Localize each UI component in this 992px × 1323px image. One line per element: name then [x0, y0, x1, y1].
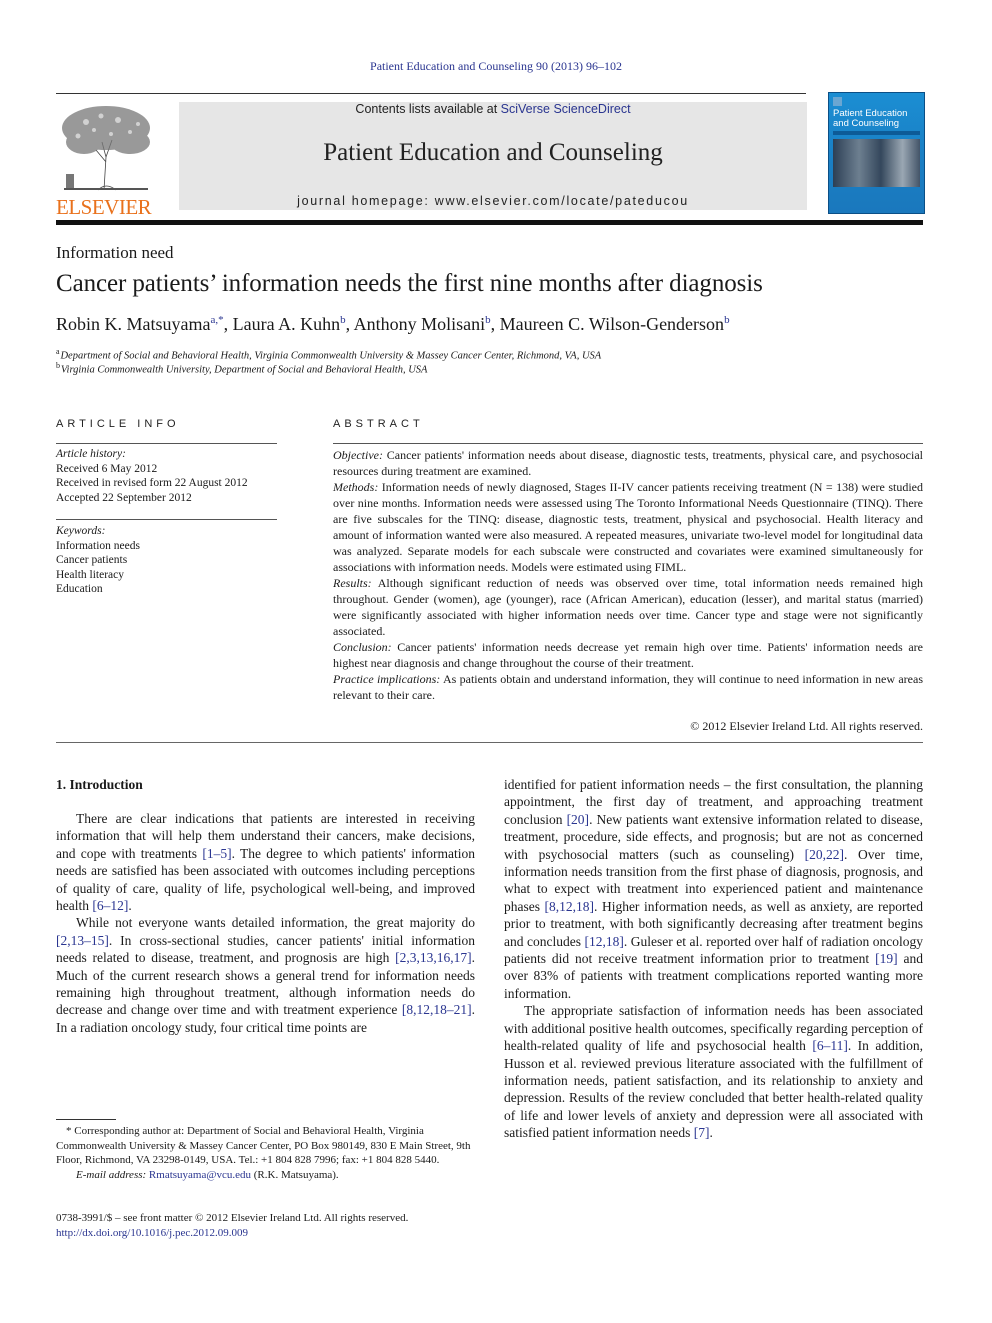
article-section-type: Information need	[56, 243, 174, 262]
contents-line: Contents lists available at SciVerse Sci…	[355, 102, 631, 116]
author[interactable]: Laura A. Kuhnb	[233, 314, 346, 334]
affiliation-b: b Virginia Commonwealth University, Depa…	[56, 361, 428, 376]
author[interactable]: Maureen C. Wilson-Gendersonb	[500, 314, 730, 334]
citation-link[interactable]: [2,3,13,16,17]	[395, 950, 472, 965]
citation-link[interactable]: [20,22]	[805, 847, 844, 862]
journal-title: Patient Education and Counseling	[323, 139, 663, 166]
citation-link[interactable]: [8,12,18–21]	[402, 1002, 472, 1017]
elsevier-wordmark: ELSEVIER	[56, 195, 152, 219]
citation-link[interactable]: [6–12]	[92, 898, 128, 913]
journal-banner: Contents lists available at SciVerse Sci…	[179, 102, 807, 210]
keyword: Cancer patients	[56, 554, 128, 566]
article-info-rule	[56, 443, 277, 444]
author[interactable]: Anthony Molisanib	[354, 314, 491, 334]
cover-elsevier-icon	[833, 97, 842, 106]
citation-link[interactable]: [20]	[567, 812, 590, 827]
header-rule	[56, 93, 806, 94]
article-title: Cancer patients’ information needs the f…	[56, 270, 763, 297]
citation-link[interactable]: [7]	[694, 1125, 710, 1140]
article-history: Article history: Received 6 May 2012 Rec…	[56, 447, 286, 505]
abstract-conclusion: Conclusion: Cancer patients' information…	[333, 640, 923, 670]
abstract-methods: Methods: Information needs of newly diag…	[333, 480, 923, 574]
sciencedirect-link[interactable]: SciVerse ScienceDirect	[501, 102, 631, 116]
cover-subtitle-strip	[833, 131, 920, 135]
section-heading-introduction: 1. Introduction	[56, 777, 143, 792]
article-info-heading: ARTICLE INFO	[56, 418, 180, 430]
running-head[interactable]: Patient Education and Counseling 90 (201…	[0, 59, 992, 74]
journal-cover-thumbnail[interactable]: Patient Education and Counseling	[828, 92, 925, 214]
paragraph: While not everyone wants detailed inform…	[56, 915, 475, 1035]
body-column-left: There are clear indications that patient…	[56, 810, 475, 1036]
citation-link[interactable]: [2,13–15]	[56, 933, 109, 948]
history-revised: Received in revised form 22 August 2012	[56, 477, 248, 489]
keyword: Information needs	[56, 539, 140, 552]
abstract-rule	[333, 443, 923, 444]
doi-link[interactable]: http://dx.doi.org/10.1016/j.pec.2012.09.…	[56, 1227, 248, 1239]
keyword: Education	[56, 583, 103, 595]
masthead-rule	[56, 220, 923, 225]
abstract-body: Objective: Cancer patients' information …	[333, 447, 923, 703]
keywords: Keywords: Information needs Cancer patie…	[56, 524, 286, 597]
paragraph: identified for patient information needs…	[504, 777, 923, 1001]
citation-link[interactable]: [12,18]	[584, 934, 623, 949]
citation-link[interactable]: [1–5]	[202, 846, 231, 861]
citation-link[interactable]: [19]	[875, 951, 898, 966]
paragraph: There are clear indications that patient…	[56, 811, 475, 914]
keywords-rule	[56, 519, 277, 520]
history-accepted: Accepted 22 September 2012	[56, 491, 192, 504]
abstract-heading: ABSTRACT	[333, 418, 424, 430]
paragraph: The appropriate satisfaction of informat…	[504, 1003, 923, 1141]
keyword: Health literacy	[56, 568, 125, 581]
history-received: Received 6 May 2012	[56, 462, 158, 475]
abstract-bottom-rule	[56, 742, 923, 743]
corresponding-author-footnote: * Corresponding author at: Department of…	[56, 1124, 476, 1182]
footnote-rule	[56, 1119, 116, 1120]
author-list: Robin K. Matsuyamaa,*, Laura A. Kuhnb, A…	[56, 314, 730, 334]
cover-photo-collage	[833, 139, 920, 187]
issn-line: 0738-3991/$ – see front matter © 2012 El…	[56, 1212, 409, 1224]
abstract-practice-implications: Practice implications: As patients obtai…	[333, 672, 923, 702]
elsevier-logo[interactable]: ELSEVIER	[56, 102, 156, 219]
abstract-copyright: © 2012 Elsevier Ireland Ltd. All rights …	[690, 719, 923, 733]
journal-homepage[interactable]: journal homepage: www.elsevier.com/locat…	[179, 194, 807, 208]
citation-link[interactable]: [6–11]	[812, 1038, 848, 1053]
email-link[interactable]: Rmatsuyama@vcu.edu	[149, 1169, 251, 1181]
abstract-results: Results: Although significant reduction …	[333, 576, 923, 638]
email-line: E-mail address: Rmatsuyama@vcu.edu (R.K.…	[76, 1168, 339, 1181]
affiliation-a: a Department of Social and Behavioral He…	[56, 347, 602, 362]
citation-link[interactable]: [8,12,18]	[545, 899, 595, 914]
abstract-objective: Objective: Cancer patients' information …	[333, 448, 923, 478]
body-column-right: identified for patient information needs…	[504, 776, 923, 1142]
cover-title: Patient Education and Counseling	[833, 108, 908, 129]
tree-icon	[62, 106, 150, 191]
front-matter: 0738-3991/$ – see front matter © 2012 El…	[56, 1211, 476, 1241]
author[interactable]: Robin K. Matsuyamaa,*	[56, 314, 224, 334]
